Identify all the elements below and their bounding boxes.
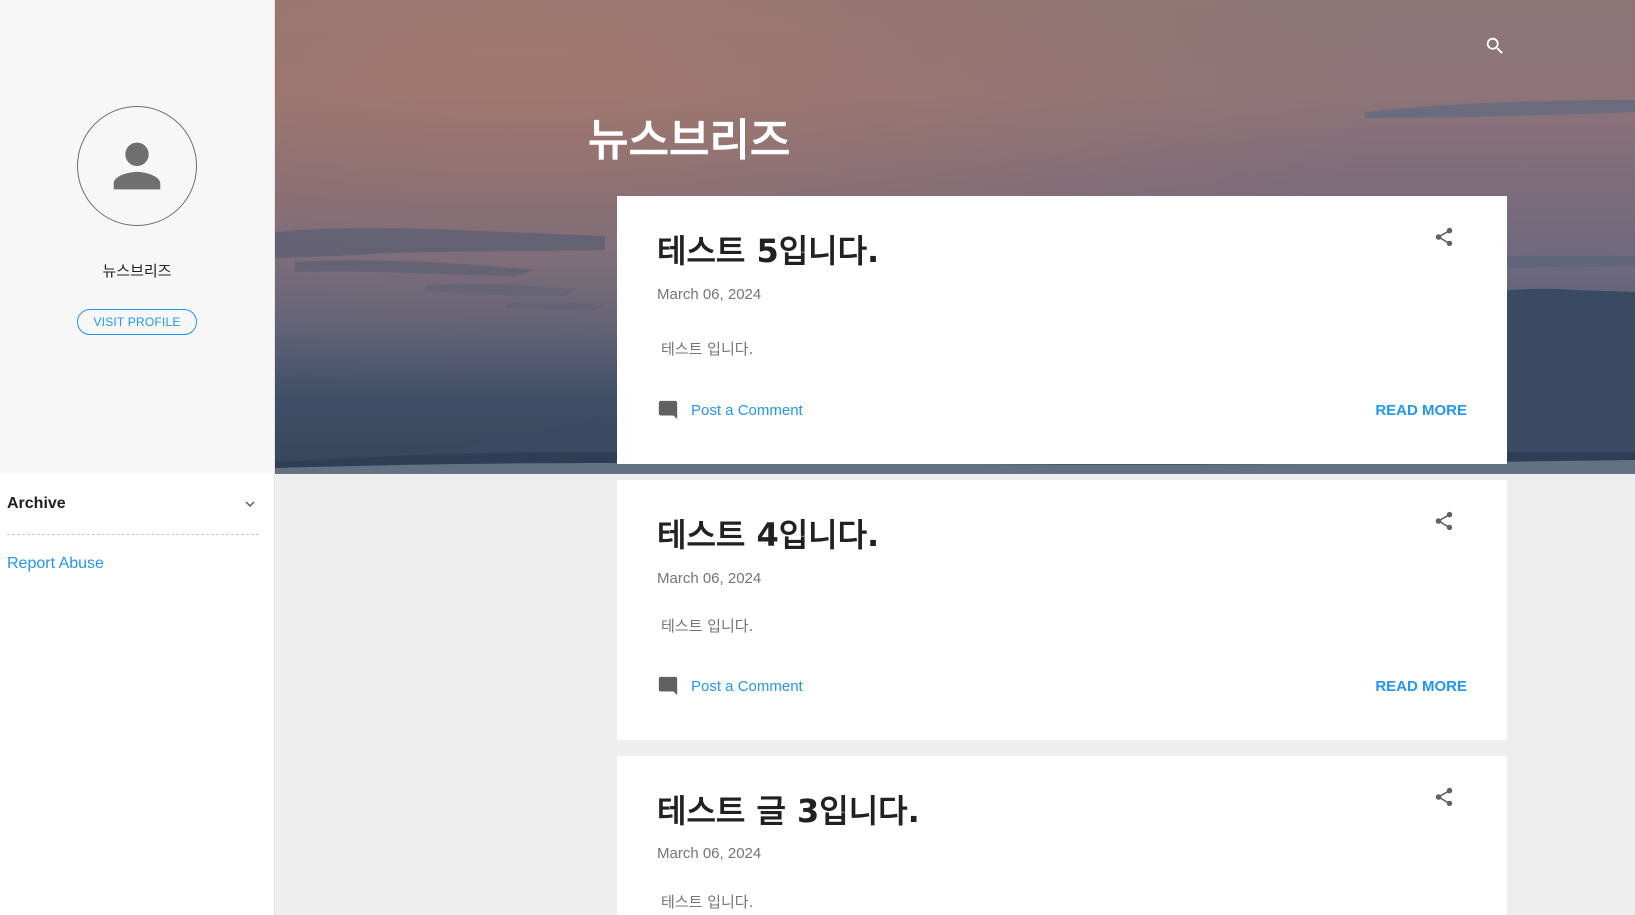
- post-card: 테스트 4입니다. March 06, 2024 테스트 입니다. Post a…: [617, 480, 1507, 740]
- share-button[interactable]: [1431, 508, 1457, 534]
- chevron-down-icon[interactable]: [241, 495, 259, 513]
- profile-name[interactable]: 뉴스브리즈: [102, 260, 171, 281]
- post-snippet: 테스트 입니다.: [661, 893, 754, 911]
- search-button[interactable]: [1481, 32, 1509, 60]
- comment-icon: [658, 676, 678, 696]
- post-snippet: 테스트 입니다.: [661, 617, 754, 635]
- read-more-link[interactable]: READ MORE: [1375, 678, 1467, 695]
- post-comment-link[interactable]: Post a Comment: [657, 675, 803, 697]
- post-title[interactable]: 테스트 4입니다.: [657, 510, 879, 556]
- post-title[interactable]: 테스트 글 3입니다.: [657, 786, 920, 832]
- post-comment-link[interactable]: Post a Comment: [657, 399, 803, 421]
- sidebar: 뉴스브리즈 VISIT PROFILE Archive Report Abuse: [0, 0, 275, 915]
- person-icon: [113, 142, 161, 190]
- archive-label: Archive: [7, 495, 66, 512]
- post-date[interactable]: March 06, 2024: [657, 286, 761, 303]
- share-button[interactable]: [1431, 784, 1457, 810]
- divider: [7, 534, 259, 535]
- share-button[interactable]: [1431, 224, 1457, 250]
- report-abuse-link[interactable]: Report Abuse: [7, 555, 104, 573]
- post-card: 테스트 글 3입니다. March 06, 2024 테스트 입니다.: [617, 756, 1507, 915]
- share-icon: [1435, 227, 1453, 247]
- post-card: 테스트 5입니다. March 06, 2024 테스트 입니다. Post a…: [617, 196, 1507, 464]
- search-icon: [1486, 37, 1503, 54]
- comment-icon: [658, 400, 678, 420]
- share-icon: [1435, 511, 1453, 531]
- blog-title[interactable]: 뉴스브리즈: [275, 104, 1635, 168]
- comment-label[interactable]: Post a Comment: [691, 402, 803, 419]
- post-title[interactable]: 테스트 5입니다.: [657, 226, 879, 272]
- share-icon: [1435, 787, 1453, 807]
- visit-profile-button[interactable]: VISIT PROFILE: [77, 309, 197, 335]
- blog-title-text[interactable]: 뉴스브리즈: [588, 104, 790, 168]
- avatar[interactable]: [77, 106, 197, 226]
- profile-card: 뉴스브리즈 VISIT PROFILE: [0, 0, 274, 474]
- read-more-link[interactable]: READ MORE: [1375, 402, 1467, 419]
- archive-toggle[interactable]: Archive: [7, 494, 259, 514]
- post-snippet: 테스트 입니다.: [661, 340, 754, 358]
- comment-label[interactable]: Post a Comment: [691, 678, 803, 695]
- post-date[interactable]: March 06, 2024: [657, 845, 761, 862]
- post-date[interactable]: March 06, 2024: [657, 570, 761, 587]
